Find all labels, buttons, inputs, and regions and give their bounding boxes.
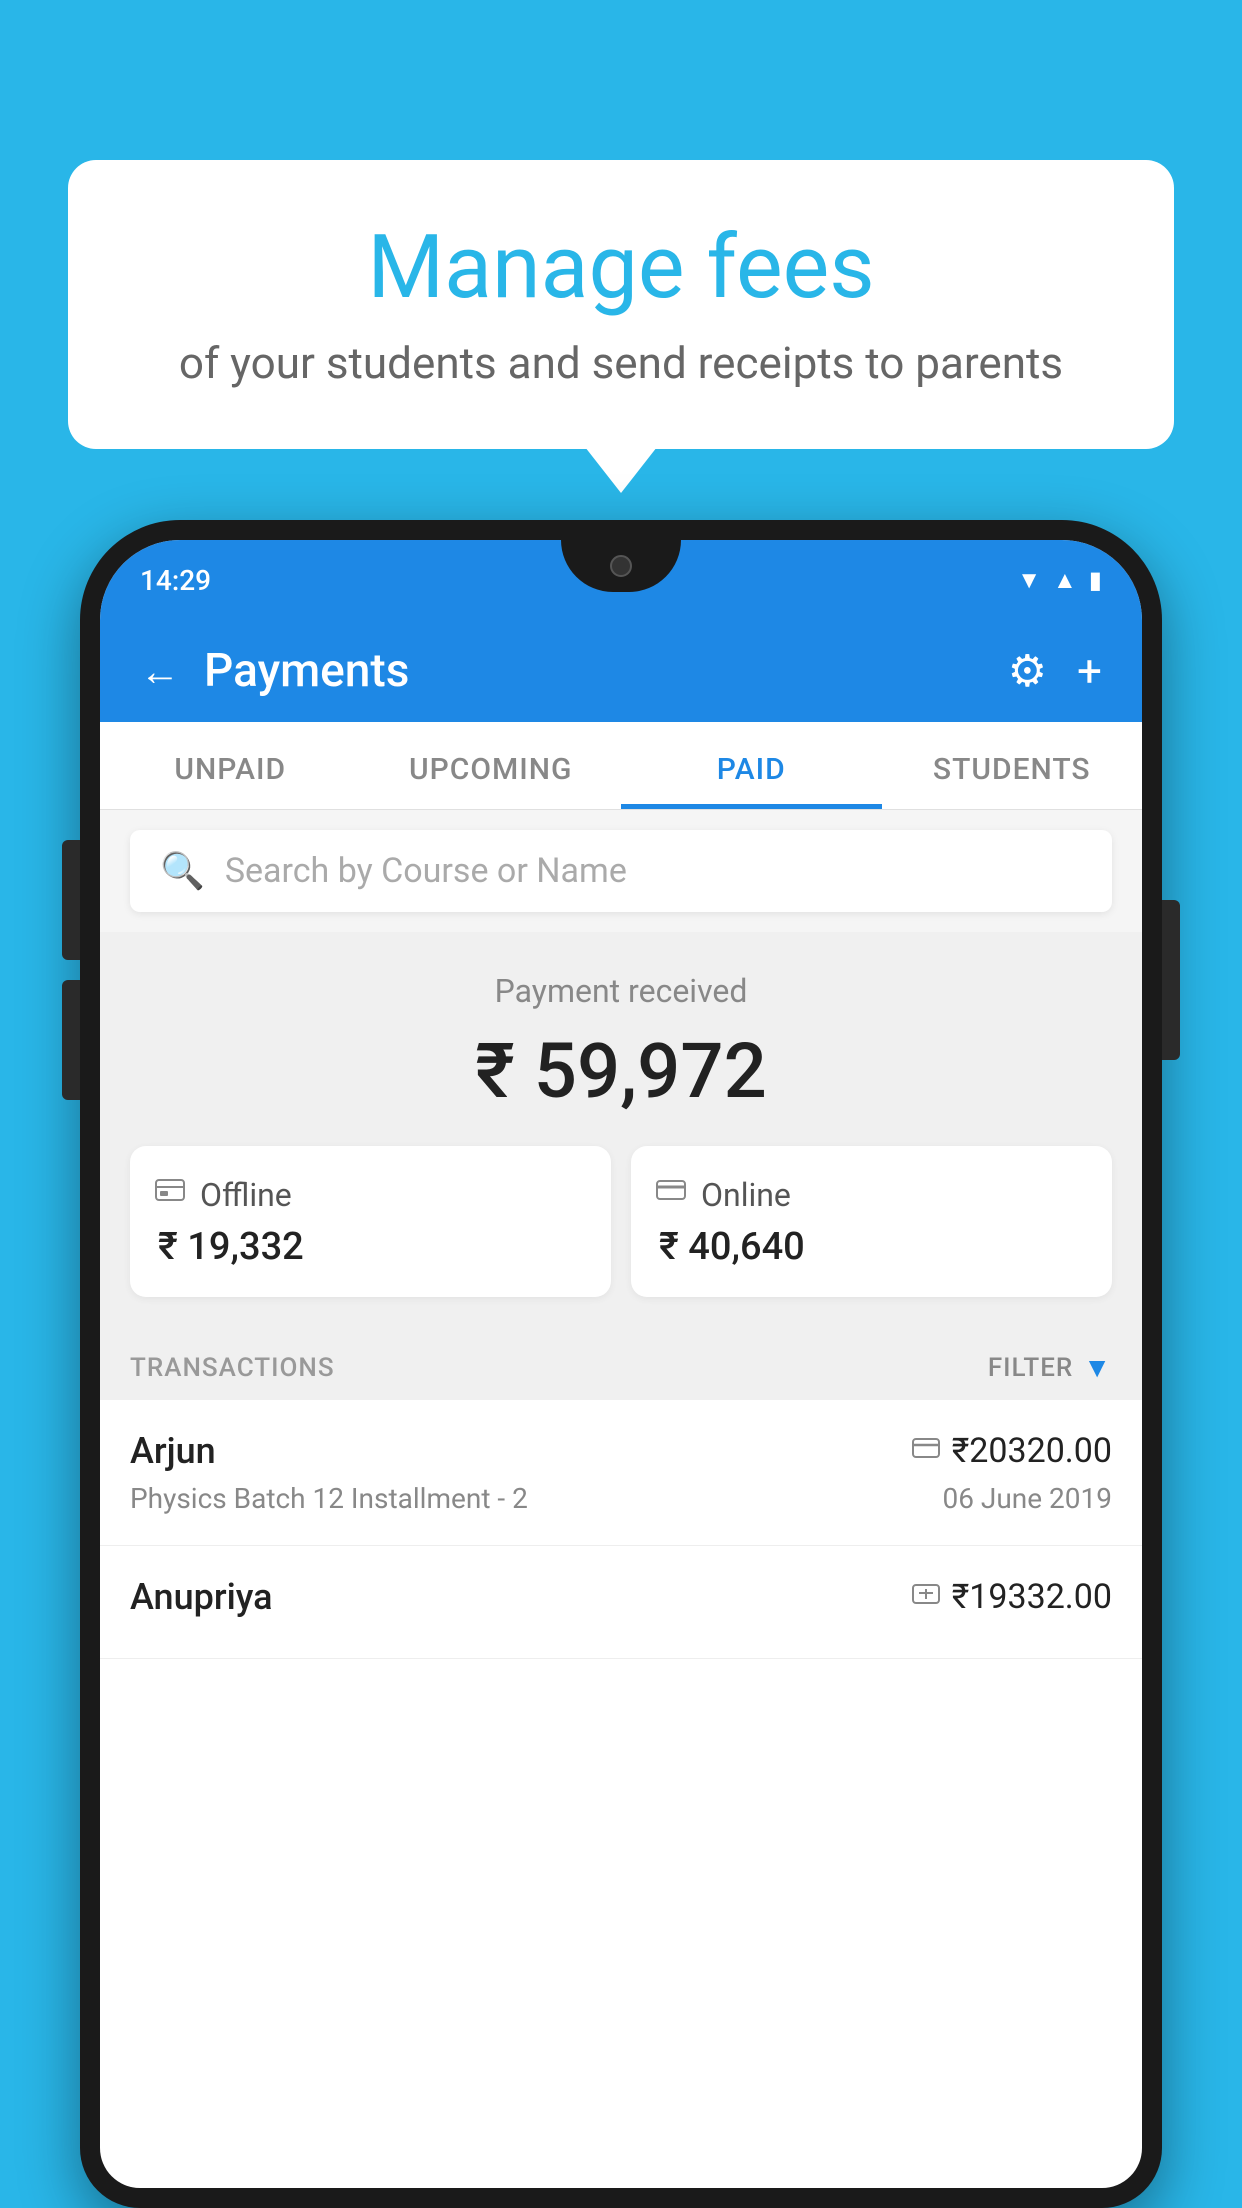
search-bar[interactable]: 🔍 Search by Course or Name [130, 830, 1112, 912]
transaction-amount-wrap: ₹19332.00 [912, 1577, 1112, 1617]
transaction-type-icon [912, 1580, 940, 1615]
wifi-icon: ▼ [1017, 566, 1041, 595]
speech-bubble: Manage fees of your students and send re… [68, 160, 1174, 449]
status-time: 14:29 [140, 564, 211, 597]
online-label: Online [701, 1176, 791, 1214]
status-icons: ▼ ▲ ▮ [1017, 566, 1102, 595]
online-payment-card: Online ₹ 40,640 [631, 1146, 1112, 1297]
phone-screen: 14:29 ▼ ▲ ▮ ← Payments ⚙ + UNPAID U [100, 540, 1142, 2188]
transaction-type-icon [912, 1434, 940, 1469]
filter-icon: ▼ [1083, 1351, 1112, 1384]
offline-label: Offline [200, 1176, 292, 1214]
tab-upcoming[interactable]: UPCOMING [361, 722, 622, 809]
volume-down-button[interactable] [62, 980, 80, 1100]
speech-bubble-title: Manage fees [118, 220, 1124, 317]
transaction-row-top: Anupriya ₹19332.00 [130, 1576, 1112, 1618]
search-container: 🔍 Search by Course or Name [100, 810, 1142, 932]
payment-received-label: Payment received [130, 972, 1112, 1010]
add-button[interactable]: + [1077, 645, 1102, 697]
header-right: ⚙ + [1008, 645, 1102, 697]
tab-paid[interactable]: PAID [621, 722, 882, 809]
battery-icon: ▮ [1089, 566, 1102, 594]
transaction-item[interactable]: Arjun ₹20320.00 Physics Batch 12 Install… [100, 1400, 1142, 1546]
status-bar: 14:29 ▼ ▲ ▮ [100, 540, 1142, 620]
online-amount: ₹ 40,640 [655, 1225, 805, 1269]
transaction-amount: ₹19332.00 [952, 1577, 1112, 1617]
transactions-header: TRANSACTIONS FILTER ▼ [100, 1327, 1142, 1400]
filter-label: FILTER [988, 1353, 1073, 1383]
header-title: Payments [204, 644, 409, 698]
volume-up-button[interactable] [62, 840, 80, 960]
transaction-row-top: Arjun ₹20320.00 [130, 1430, 1112, 1472]
transaction-amount-wrap: ₹20320.00 [912, 1431, 1112, 1471]
payment-cards: Offline ₹ 19,332 Online [130, 1146, 1112, 1297]
camera [610, 555, 632, 577]
offline-card-top: Offline [154, 1174, 292, 1215]
speech-bubble-subtitle: of your students and send receipts to pa… [118, 337, 1124, 389]
settings-button[interactable]: ⚙ [1008, 645, 1047, 697]
back-button[interactable]: ← [140, 648, 180, 695]
header-left: ← Payments [140, 644, 409, 698]
transactions-list: Arjun ₹20320.00 Physics Batch 12 Install… [100, 1400, 1142, 1659]
transaction-item[interactable]: Anupriya ₹19332.00 [100, 1546, 1142, 1659]
search-icon: 🔍 [160, 850, 205, 892]
transaction-row-bottom: Physics Batch 12 Installment - 2 06 June… [130, 1482, 1112, 1515]
transaction-course: Physics Batch 12 Installment - 2 [130, 1482, 528, 1515]
transaction-name: Anupriya [130, 1576, 273, 1618]
app-header: ← Payments ⚙ + [100, 620, 1142, 722]
transaction-amount: ₹20320.00 [952, 1431, 1112, 1471]
offline-icon [154, 1174, 186, 1215]
filter-button[interactable]: FILTER ▼ [988, 1351, 1112, 1384]
notch [561, 540, 681, 592]
offline-amount: ₹ 19,332 [154, 1225, 304, 1269]
phone-frame: 14:29 ▼ ▲ ▮ ← Payments ⚙ + UNPAID U [80, 520, 1162, 2208]
online-icon [655, 1174, 687, 1215]
transactions-label: TRANSACTIONS [130, 1353, 335, 1383]
transaction-name: Arjun [130, 1430, 216, 1472]
tabs-bar: UNPAID UPCOMING PAID STUDENTS [100, 722, 1142, 810]
tab-unpaid[interactable]: UNPAID [100, 722, 361, 809]
tab-students[interactable]: STUDENTS [882, 722, 1143, 809]
transaction-date: 06 June 2019 [942, 1482, 1112, 1515]
offline-payment-card: Offline ₹ 19,332 [130, 1146, 611, 1297]
power-button[interactable] [1162, 900, 1180, 1060]
search-input[interactable]: Search by Course or Name [225, 851, 627, 891]
payment-received-section: Payment received ₹ 59,972 Offline [100, 932, 1142, 1327]
signal-icon: ▲ [1053, 566, 1077, 595]
online-card-top: Online [655, 1174, 791, 1215]
payment-received-amount: ₹ 59,972 [130, 1026, 1112, 1116]
